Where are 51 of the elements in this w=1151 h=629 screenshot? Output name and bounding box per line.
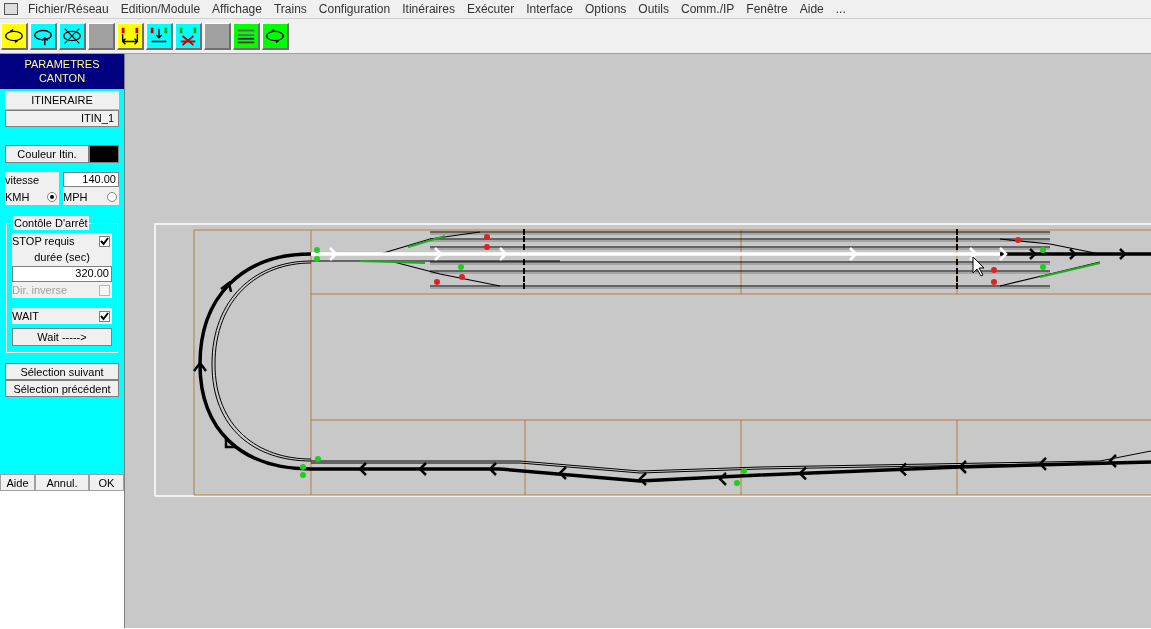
app-icon [4,3,18,15]
radio-button[interactable] [107,192,117,203]
unit-label: MPH [63,190,88,205]
checkbox-label: STOP requis [12,233,75,249]
toolbar-button[interactable] [146,22,173,50]
speed-field[interactable]: 140.00 [63,172,119,187]
field-label: ITINERAIRE [5,91,119,109]
toolbar-button[interactable] [1,22,28,50]
menu-item[interactable]: Itinéraires [396,0,461,18]
selection-button[interactable]: Sélection suivant [5,363,119,380]
checkbox[interactable] [99,310,110,322]
footer-button[interactable]: Annul. [35,474,89,491]
menu-item[interactable]: Comm./IP [675,0,741,18]
footer-button[interactable]: OK [89,474,124,491]
menu-item[interactable]: Affichage [206,0,268,18]
duration-field[interactable]: 320.00 [12,266,112,282]
wait-button[interactable]: Wait -----> [12,328,112,346]
menu-item[interactable]: Edition/Module [114,0,207,18]
footer-button[interactable]: Aide [0,474,35,491]
signal-light[interactable] [1040,247,1046,253]
toolbar-button[interactable] [262,22,289,50]
toolbar-button[interactable] [30,22,57,50]
checkbox-label: WAIT [12,308,40,324]
field-label: durée (sec) [33,250,91,265]
menu-item[interactable]: Fenêtre [740,0,794,18]
menu-item[interactable]: ... [829,0,852,18]
itinerary-field[interactable]: ITIN_1 [5,110,119,127]
menu-item[interactable]: Fichier/Réseau [22,0,115,18]
radio-button[interactable] [47,192,57,203]
checkbox-label: Dir. inverse [12,282,68,298]
signal-light[interactable] [300,464,306,470]
toolbar-button[interactable] [175,22,202,50]
speed-label: vitesse [5,173,41,187]
menu-item[interactable]: Options [578,0,633,18]
unit-label: KMH [5,190,30,205]
checkbox[interactable] [99,235,110,247]
menu-item[interactable]: Trains [267,0,313,18]
group-legend: Contôle D'arrêt [13,216,89,230]
menu-item[interactable]: Aide [793,0,830,18]
menu-item[interactable]: Exécuter [460,0,521,18]
color-button[interactable]: Couleur Itin. [5,145,89,163]
selection-button[interactable]: Sélection précédent [5,380,119,397]
panel-title: PARAMETRES CANTON [0,54,124,89]
toolbar-button[interactable] [117,22,144,50]
menu-item[interactable]: Configuration [312,0,397,18]
toolbar-button[interactable] [233,22,260,50]
toolbar-button[interactable] [59,22,86,50]
mouse-pointer-icon [972,256,985,277]
menu-item[interactable]: Outils [632,0,675,18]
layout-canvas[interactable] [125,54,1151,628]
menu-item[interactable]: Interface [520,0,579,18]
